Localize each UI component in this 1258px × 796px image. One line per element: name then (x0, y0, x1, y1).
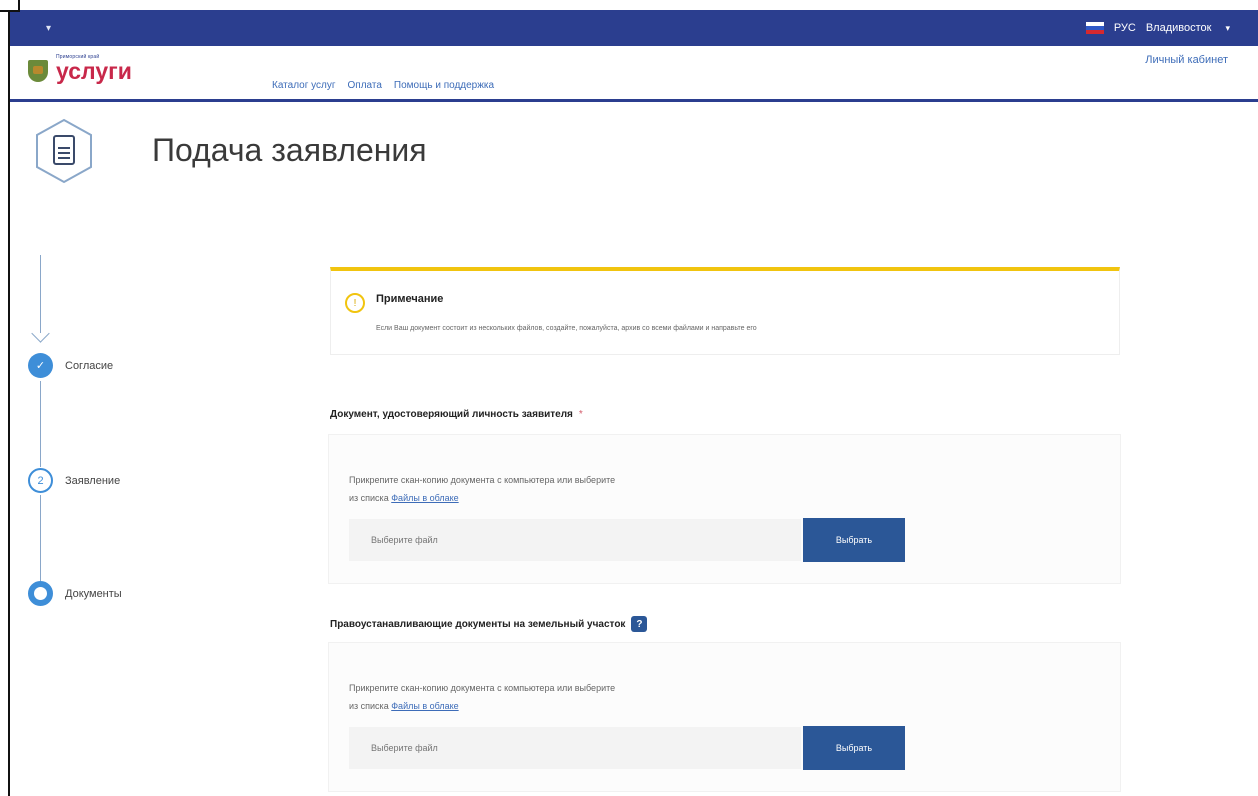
section-title-text: Правоустанавливающие документы на земель… (330, 618, 626, 630)
note-box: ! Примечание Если Ваш документ состоит и… (330, 267, 1120, 355)
upload-instruction-line: Прикрепите скан-копию документа с компью… (349, 475, 616, 485)
step-label: Согласие (65, 359, 114, 372)
site-header: Приморский край услуги Каталог услуг Опл… (10, 46, 1258, 102)
russian-flag-icon (1085, 22, 1104, 34)
section-title-land-documents: Правоустанавливающие документы на земель… (330, 616, 648, 632)
progress-steps: ✓ Согласие 2 Заявление Документы (24, 255, 204, 655)
step-number-badge: 2 (28, 468, 53, 493)
main-nav: Каталог услуг Оплата Помощь и поддержка (272, 80, 494, 91)
arrow-down-icon (31, 324, 50, 343)
screenshot-frame-left (0, 0, 10, 796)
language-switch[interactable]: РУС (1114, 22, 1136, 34)
steps-arrow-line (40, 255, 41, 333)
top-bar-right: РУС Владивосток ▾ (1085, 22, 1230, 34)
upload-instruction-line: из списка Файлы в облаке (349, 489, 615, 507)
upload-instructions: Прикрепите скан-копию документа с компью… (349, 471, 615, 507)
cloud-files-link[interactable]: Файлы в облаке (391, 493, 458, 503)
help-icon[interactable]: ? (631, 616, 648, 632)
file-input[interactable] (349, 519, 801, 561)
file-input[interactable] (349, 727, 801, 769)
top-bar: ▾ РУС Владивосток ▾ (10, 10, 1258, 46)
step-documents[interactable]: Документы (28, 581, 122, 606)
application-document-icon (36, 118, 92, 184)
cloud-files-link[interactable]: Файлы в облаке (391, 701, 458, 711)
personal-account-link[interactable]: Личный кабинет (1145, 54, 1228, 66)
upload-card-identity: Прикрепите скан-копию документа с компью… (328, 434, 1121, 584)
choose-file-button[interactable]: Выбрать (803, 518, 905, 562)
screenshot-frame-corner (0, 0, 20, 12)
steps-connector (40, 495, 41, 581)
step-agreement[interactable]: ✓ Согласие (28, 353, 113, 378)
upload-card-land: Прикрепите скан-копию документа с компью… (328, 642, 1121, 792)
current-step-icon (28, 581, 53, 606)
coat-of-arms-icon (28, 60, 48, 82)
logo-title: услуги (56, 58, 132, 84)
step-application[interactable]: 2 Заявление (28, 468, 120, 493)
nav-item-help[interactable]: Помощь и поддержка (394, 80, 494, 91)
menu-chevron-icon[interactable]: ▾ (46, 23, 51, 34)
upload-instruction-line: из списка Файлы в облаке (349, 697, 615, 715)
step-label: Заявление (65, 474, 121, 487)
nav-item-catalog[interactable]: Каталог услуг (272, 80, 336, 91)
page-title: Подача заявления (152, 132, 427, 168)
city-selector[interactable]: Владивосток (1146, 22, 1212, 34)
chevron-down-icon[interactable]: ▾ (1225, 23, 1230, 34)
section-title-text: Документ, удостоверяющий личность заявит… (330, 409, 573, 420)
required-mark: * (578, 409, 583, 420)
steps-connector (40, 381, 41, 467)
warning-icon: ! (345, 293, 365, 313)
upload-instruction-line: Прикрепите скан-копию документа с компью… (349, 683, 616, 693)
note-text: Если Ваш документ состоит из нескольких … (376, 325, 757, 332)
choose-file-button[interactable]: Выбрать (803, 726, 905, 770)
step-label: Документы (65, 587, 122, 600)
site-logo[interactable]: Приморский край услуги (28, 54, 132, 84)
upload-instructions: Прикрепите скан-копию документа с компью… (349, 679, 615, 715)
upload-instruction-prefix: из списка (349, 701, 389, 711)
nav-item-payment[interactable]: Оплата (348, 80, 382, 91)
note-title: Примечание (376, 293, 444, 305)
logo-text: Приморский край услуги (56, 54, 132, 84)
check-icon: ✓ (28, 353, 53, 378)
upload-instruction-prefix: из списка (349, 493, 389, 503)
section-title-identity-document: Документ, удостоверяющий личность заявит… (330, 409, 583, 420)
